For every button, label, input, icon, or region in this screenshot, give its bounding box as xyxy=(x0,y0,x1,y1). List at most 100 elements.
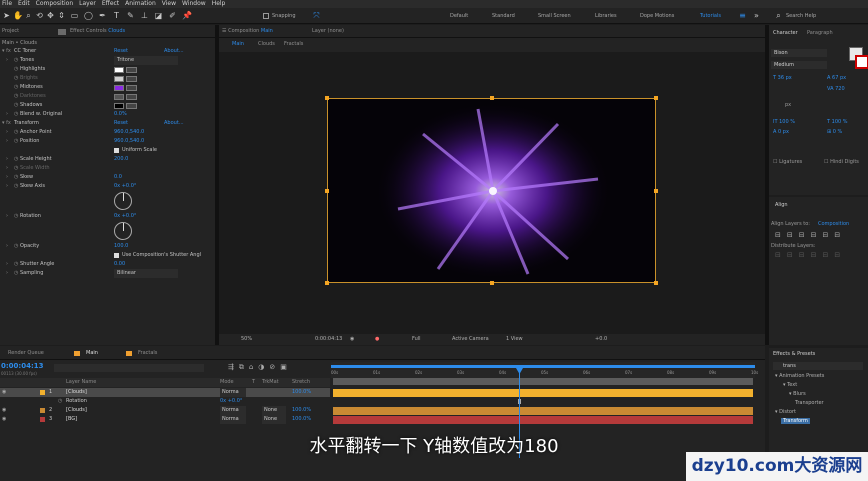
expand-arrow-icon[interactable]: › xyxy=(6,269,8,278)
visibility-eye-icon[interactable]: ◉ xyxy=(2,406,6,415)
label-color-icon[interactable] xyxy=(40,417,45,422)
effect-row-shadows[interactable]: ◷ Shadows xyxy=(0,101,215,110)
transform-handle[interactable] xyxy=(654,189,658,193)
property-value[interactable]: 200.0 xyxy=(114,155,128,164)
layer-row[interactable]: ◉ 2 [Clouds] Norma None 100.0% xyxy=(0,406,330,415)
menu-item-view[interactable]: View xyxy=(162,0,176,8)
preset-tree-item[interactable]: ▾ Blurs xyxy=(787,391,808,397)
stopwatch-icon[interactable]: ◷ xyxy=(14,128,18,137)
stopwatch-icon[interactable]: ◷ xyxy=(14,212,18,221)
preset-tree-item[interactable]: ▾ Text xyxy=(781,382,799,388)
layer-duration-bar[interactable] xyxy=(333,389,753,397)
effect-row-option[interactable]: Uniform Scale xyxy=(0,146,215,155)
tsume-field[interactable]: ⊞ 0 % xyxy=(827,129,842,135)
eyedropper-icon[interactable] xyxy=(126,103,137,109)
distribute-buttons[interactable]: ⊟⊟⊟⊟⊟⊟ xyxy=(775,251,846,259)
effect-row-midtones[interactable]: ◷ Midtones xyxy=(0,83,215,92)
workspace-libraries[interactable]: Libraries xyxy=(595,13,617,19)
stroke-width-field[interactable]: px xyxy=(785,102,791,108)
transform-handle[interactable] xyxy=(654,96,658,100)
visibility-eye-icon[interactable]: ◉ xyxy=(2,388,6,397)
expand-arrow-icon[interactable]: › xyxy=(6,182,8,191)
stopwatch-icon[interactable]: ◷ xyxy=(14,173,18,182)
property-value[interactable]: 0x +0.0° xyxy=(114,212,136,221)
layer-duration-bar[interactable] xyxy=(333,407,753,415)
workspace-standard[interactable]: Standard xyxy=(492,13,515,19)
type-tool-icon[interactable]: T xyxy=(112,11,121,20)
angle-dial[interactable] xyxy=(114,222,132,240)
stopwatch-icon[interactable]: ◷ xyxy=(14,260,18,269)
layer-name[interactable]: [Clouds] xyxy=(66,406,87,415)
workspace-menu-icon[interactable]: ≡ xyxy=(738,11,747,20)
stopwatch-icon[interactable]: ◷ xyxy=(14,164,18,173)
property-value[interactable]: 960.0,540.0 xyxy=(114,128,144,137)
preset-tree-item[interactable]: ▾ Animation Presets xyxy=(773,373,826,379)
property-value[interactable]: 100.0 xyxy=(114,242,128,251)
trkmat-dropdown[interactable]: None xyxy=(262,406,286,415)
reset-link[interactable]: Reset xyxy=(114,47,128,56)
selection-tool-icon[interactable]: ➤ xyxy=(2,11,11,20)
effect-row-blend-w-original[interactable]: › ◷ Blend w. Original 0.0% xyxy=(0,110,215,119)
snapping-checkbox[interactable] xyxy=(263,13,269,19)
rectangle-tool-icon[interactable]: ▭ xyxy=(70,11,79,20)
expand-arrow-icon[interactable]: ▾ fx xyxy=(2,119,11,128)
zoom-tool-icon[interactable]: ⌕ xyxy=(24,11,33,20)
stopwatch-icon[interactable]: ◷ xyxy=(14,110,18,119)
effect-row-tones[interactable]: › ◷ Tones Tritone xyxy=(0,56,215,65)
transform-handle[interactable] xyxy=(654,281,658,285)
trkmat-dropdown[interactable]: None xyxy=(262,415,286,424)
property-value[interactable]: Bilinear xyxy=(114,269,178,278)
menu-item-edit[interactable]: Edit xyxy=(18,0,30,8)
color-swatch[interactable] xyxy=(114,67,124,73)
clone-stamp-icon[interactable]: ⊥ xyxy=(140,11,149,20)
angle-dial[interactable] xyxy=(114,192,132,210)
effect-row-transform[interactable]: ▾ fx Transform Reset About... xyxy=(0,119,215,128)
expand-arrow-icon[interactable]: › xyxy=(6,56,8,65)
expand-arrow-icon[interactable]: › xyxy=(6,155,8,164)
layer-name[interactable]: [Clouds] xyxy=(66,388,87,397)
effect-row-cc-toner[interactable]: ▾ fx CC Toner Reset About... xyxy=(0,47,215,56)
eyedropper-icon[interactable] xyxy=(126,76,137,82)
stopwatch-icon[interactable]: ◷ xyxy=(14,101,18,110)
visibility-eye-icon[interactable]: ◉ xyxy=(2,415,6,424)
effect-row-anchor-point[interactable]: › ◷ Anchor Point 960.0,540.0 xyxy=(0,128,215,137)
font-style-dropdown[interactable]: Medium xyxy=(771,61,827,69)
font-size-field[interactable]: T 36 px xyxy=(773,75,792,81)
horizontal-scale-field[interactable]: T 100 % xyxy=(827,119,848,125)
about-link[interactable]: About... xyxy=(164,47,184,56)
time-ruler[interactable]: 00s 01s 02s 03s 04s 05s 06s 07s 08s 09s 10s xyxy=(331,362,758,378)
property-value[interactable]: 0.0 xyxy=(114,173,122,182)
mode-dropdown[interactable]: Norma xyxy=(220,415,246,424)
stretch-value[interactable]: 100.0% xyxy=(292,415,311,424)
tab-project[interactable]: Project xyxy=(2,28,19,34)
stopwatch-icon[interactable]: ◷ xyxy=(14,182,18,191)
transform-handle[interactable] xyxy=(490,96,494,100)
eraser-tool-icon[interactable]: ◪ xyxy=(154,11,163,20)
stopwatch-icon[interactable]: ◷ xyxy=(14,155,18,164)
hindi-digits-checkbox[interactable]: ☐ Hindi Digits xyxy=(824,159,859,165)
layer-row[interactable]: ◉ 1 [Clouds] Norma 100.0% xyxy=(0,388,330,397)
property-row[interactable]: ◷ Rotation 0x +0.0° xyxy=(0,397,330,406)
roto-brush-icon[interactable]: ✐ xyxy=(168,11,177,20)
effect-row-skew-axis[interactable]: › ◷ Skew Axis 0x +0.0° xyxy=(0,182,215,191)
menu-item-animation[interactable]: Animation xyxy=(125,0,156,8)
about-link[interactable]: About... xyxy=(164,119,184,128)
effect-row-darktones[interactable]: ◷ Darktones xyxy=(0,92,215,101)
timeline-search-input[interactable] xyxy=(54,364,204,372)
reset-link[interactable]: Reset xyxy=(114,119,128,128)
stretch-value[interactable]: 100.0% xyxy=(292,388,311,397)
hand-tool-icon[interactable]: ✋ xyxy=(13,11,23,20)
work-area-bar[interactable] xyxy=(331,365,755,368)
comp-frame[interactable] xyxy=(327,98,656,283)
stopwatch-icon[interactable]: ◷ xyxy=(14,242,18,251)
transform-handle[interactable] xyxy=(490,281,494,285)
expand-arrow-icon[interactable]: › xyxy=(6,173,8,182)
checkbox[interactable] xyxy=(114,253,119,258)
menu-item-effect[interactable]: Effect xyxy=(102,0,119,8)
property-value[interactable]: 0.00 xyxy=(114,260,125,269)
stroke-color-swatch[interactable] xyxy=(855,55,868,69)
tab-composition[interactable]: ☰ Composition Main xyxy=(222,28,273,34)
mode-dropdown[interactable]: Norma xyxy=(220,406,246,415)
expand-arrow-icon[interactable]: › xyxy=(6,212,8,221)
expand-arrow-icon[interactable]: › xyxy=(6,128,8,137)
